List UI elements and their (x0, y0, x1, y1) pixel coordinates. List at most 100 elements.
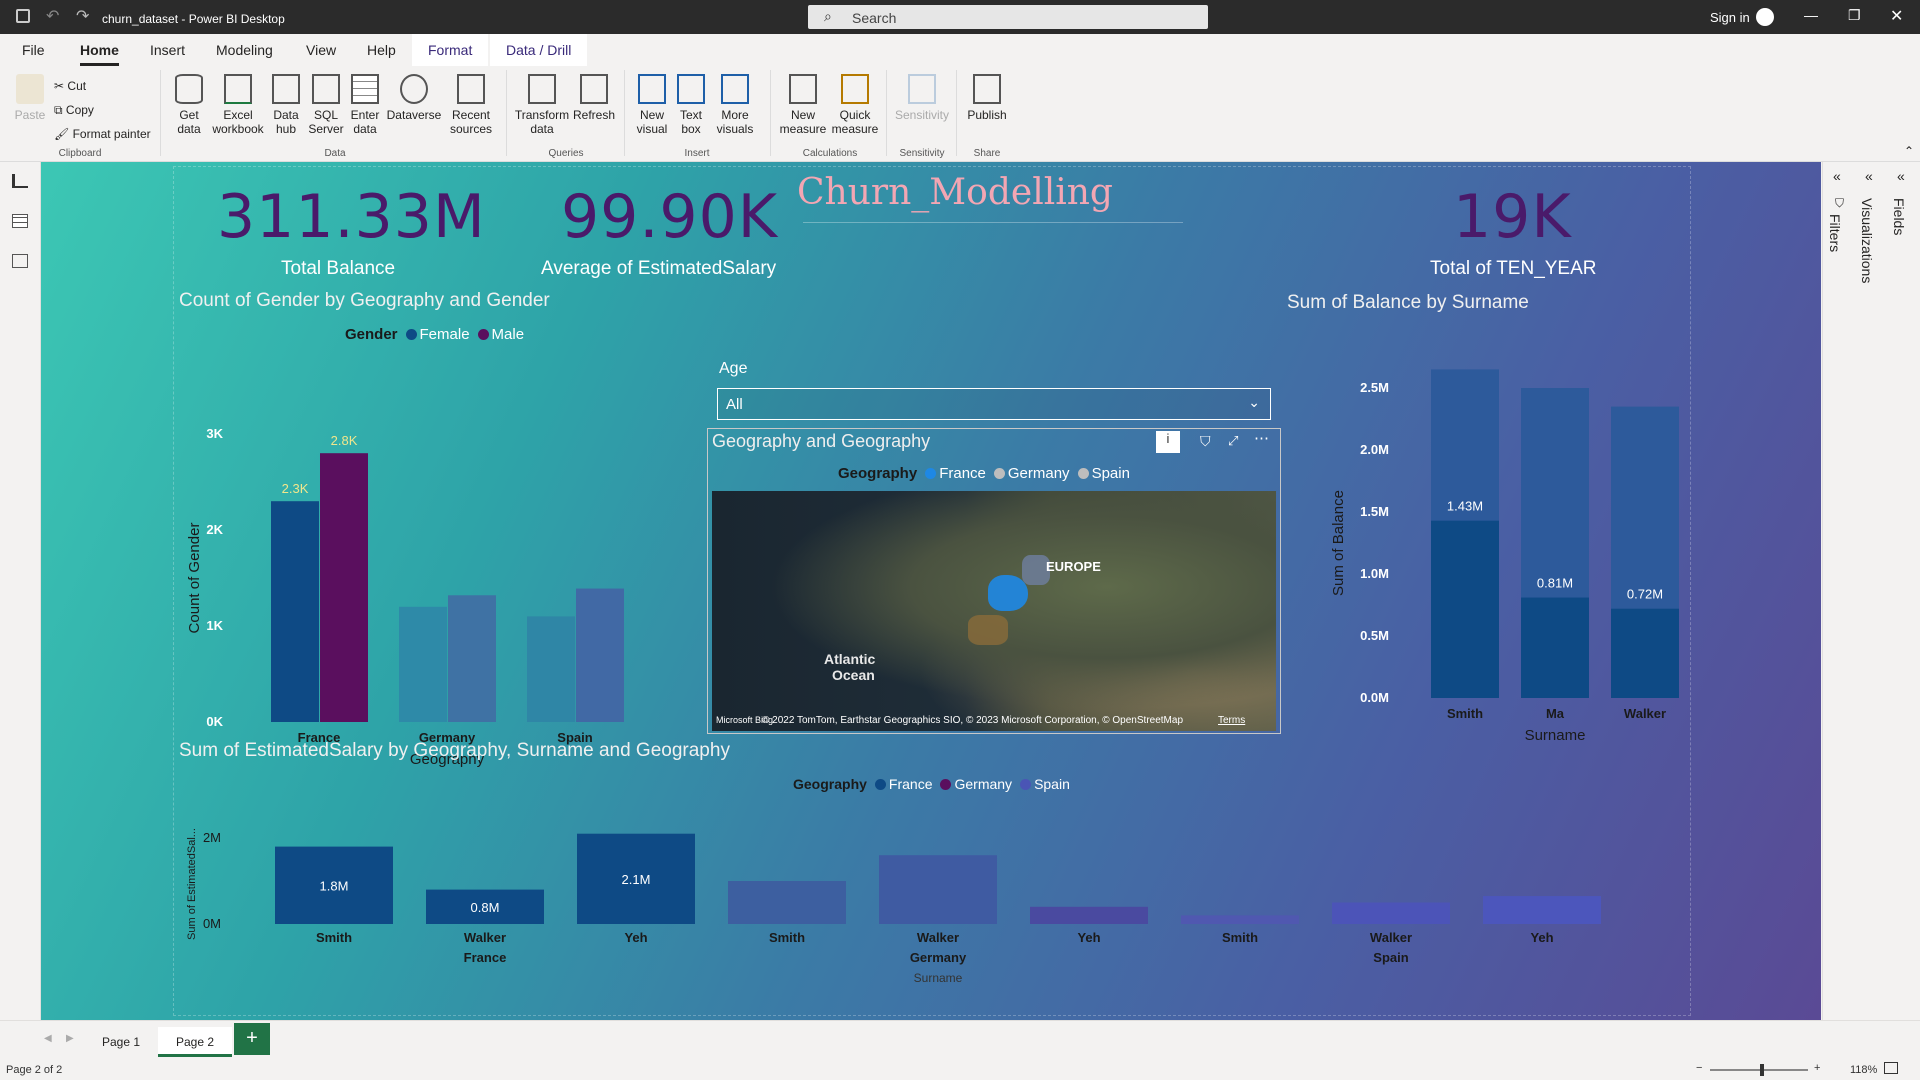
map-legend-germany[interactable]: Germany (1008, 465, 1070, 482)
data-hub-button[interactable]: Data hub (268, 74, 304, 136)
refresh-button[interactable]: Refresh (570, 74, 618, 122)
more-visuals-button[interactable]: More visuals (710, 74, 760, 136)
bar-yeh-germany[interactable] (1030, 906, 1148, 924)
transform-data-button[interactable]: Transform data (514, 74, 570, 136)
collapse-ribbon-icon[interactable]: ⌃ (1904, 144, 1914, 158)
table-view-icon[interactable] (12, 214, 28, 228)
save-icon[interactable] (16, 9, 30, 23)
avatar[interactable] (1756, 8, 1774, 26)
sensitivity-button[interactable]: Sensitivity (894, 74, 950, 122)
spain-region[interactable] (968, 615, 1008, 645)
bar-smith-germany[interactable] (728, 881, 846, 924)
fields-collapse-icon[interactable]: « (1897, 168, 1905, 184)
format-painter-button[interactable]: 🖌 Format painter (54, 122, 151, 146)
new-measure-button[interactable]: New measure (778, 74, 828, 136)
tab-format[interactable]: Format (412, 34, 489, 66)
excel-button[interactable]: Excel workbook (210, 74, 266, 136)
sign-in-link[interactable]: Sign in (1710, 10, 1750, 25)
dataverse-button[interactable]: Dataverse (386, 74, 442, 122)
publish-icon (973, 74, 1001, 104)
filter-icon[interactable]: ⛉ (1200, 433, 1211, 450)
scroll-right-icon[interactable]: ▶ (66, 1033, 74, 1044)
legend-female[interactable]: Female (420, 326, 470, 343)
minimize-icon[interactable]: — (1804, 7, 1818, 23)
tab-view[interactable]: View (306, 42, 336, 58)
info-icon[interactable]: i (1156, 431, 1180, 453)
more-options-icon[interactable]: ⋯ (1254, 429, 1269, 447)
tab-help[interactable]: Help (367, 42, 396, 58)
salary-legend-spain[interactable]: Spain (1034, 776, 1070, 792)
filters-pane-tab[interactable]: Filters (1827, 214, 1843, 252)
bar-male-spain[interactable] (576, 588, 624, 722)
new-visual-button[interactable]: New visual (632, 74, 672, 136)
copy-button[interactable]: ⧉ Copy (54, 98, 151, 122)
visualizations-collapse-icon[interactable]: « (1865, 168, 1873, 184)
scroll-left-icon[interactable]: ◀ (44, 1033, 52, 1044)
data-label: 0.8M (471, 900, 500, 915)
report-view-icon[interactable] (12, 174, 28, 188)
bar-inner-ma[interactable] (1521, 597, 1589, 698)
filters-collapse-icon[interactable]: « (1833, 168, 1841, 184)
text-box-button[interactable]: Text box (674, 74, 708, 136)
visualizations-pane-tab[interactable]: Visualizations (1859, 198, 1875, 283)
publish-button[interactable]: Publish (964, 74, 1010, 122)
legend-male[interactable]: Male (492, 326, 525, 343)
balance-bar-chart[interactable]: 0.0M 0.5M 1.0M 1.5M 2.0M 2.5M Sum of Balance 1.… (1271, 312, 1711, 772)
add-page-button[interactable]: + (234, 1023, 270, 1055)
zoom-in-icon[interactable]: + (1814, 1062, 1820, 1074)
model-view-icon[interactable] (12, 254, 28, 268)
sql-server-button[interactable]: SQL Server (308, 74, 344, 136)
zoom-out-icon[interactable]: − (1696, 1062, 1702, 1074)
zoom-slider-thumb[interactable] (1760, 1064, 1764, 1076)
fields-pane-tab[interactable]: Fields (1891, 198, 1907, 235)
bar-inner-walker[interactable] (1611, 608, 1679, 698)
salary-legend-germany[interactable]: Germany (954, 776, 1012, 792)
y-tick-label: 2M (203, 830, 221, 845)
tab-data-drill[interactable]: Data / Drill (490, 34, 588, 66)
undo-icon[interactable]: ↶ (46, 6, 59, 26)
bar-walker-spain[interactable] (1332, 902, 1450, 925)
france-region[interactable] (988, 575, 1028, 611)
cut-button[interactable]: ✂ Cut (54, 74, 151, 98)
zoom-slider[interactable] (1710, 1069, 1808, 1071)
report-canvas[interactable]: Churn_Modelling 311.33M Total Balance 99… (41, 162, 1821, 1020)
tab-file[interactable]: File (22, 42, 45, 58)
enter-data-button[interactable]: Enter data (348, 74, 382, 136)
tab-modeling[interactable]: Modeling (216, 42, 273, 58)
bar-inner-smith[interactable] (1431, 520, 1499, 698)
fit-page-icon[interactable] (1884, 1062, 1898, 1074)
page-tab-1[interactable]: Page 1 (84, 1027, 158, 1057)
bar-female-spain[interactable] (527, 616, 575, 722)
map-visual[interactable]: Geography and Geography i ⛉ ⤢ ⋯ Geograph… (707, 428, 1281, 734)
redo-icon[interactable]: ↷ (76, 6, 89, 26)
map-terms-link[interactable]: Terms (1218, 715, 1245, 726)
data-label: 0.72M (1627, 587, 1663, 602)
paste-button[interactable]: Paste (12, 74, 48, 122)
close-icon[interactable]: ✕ (1890, 6, 1903, 26)
bar-male-france[interactable] (320, 453, 368, 722)
map-tiles[interactable]: EUROPE Atlantic Ocean Microsoft Bing © 2… (712, 491, 1276, 731)
search-box[interactable]: ⌕ Search (808, 5, 1208, 29)
map-legend-france[interactable]: France (939, 465, 986, 482)
tab-home[interactable]: Home (80, 42, 119, 66)
page-status: Page 2 of 2 (6, 1064, 63, 1076)
bar-smith-spain[interactable] (1181, 915, 1299, 924)
x-tick-label: Walker (1370, 930, 1412, 945)
focus-mode-icon[interactable]: ⤢ (1228, 433, 1238, 449)
salary-bar-chart[interactable]: 0M 2M Sum of EstimatedSal... 1.8M Smith 0.8M W… (171, 802, 1681, 1020)
y-tick-label: 2K (206, 522, 223, 537)
salary-legend-france[interactable]: France (889, 776, 933, 792)
recent-sources-button[interactable]: Recent sources (446, 74, 496, 136)
map-legend-spain[interactable]: Spain (1092, 465, 1130, 482)
bar-female-france[interactable] (271, 501, 319, 722)
page-tab-2[interactable]: Page 2 (158, 1027, 233, 1057)
bar-yeh-spain[interactable] (1483, 896, 1601, 924)
age-slicer-dropdown[interactable]: All ⌄ (717, 388, 1271, 420)
bar-male-germany[interactable] (448, 595, 496, 722)
get-data-button[interactable]: Get data (170, 74, 208, 136)
tab-insert[interactable]: Insert (150, 42, 185, 58)
bar-walker-germany[interactable] (879, 855, 997, 924)
bar-female-germany[interactable] (399, 606, 447, 722)
restore-icon[interactable]: ❐ (1848, 7, 1861, 24)
quick-measure-button[interactable]: Quick measure (830, 74, 880, 136)
